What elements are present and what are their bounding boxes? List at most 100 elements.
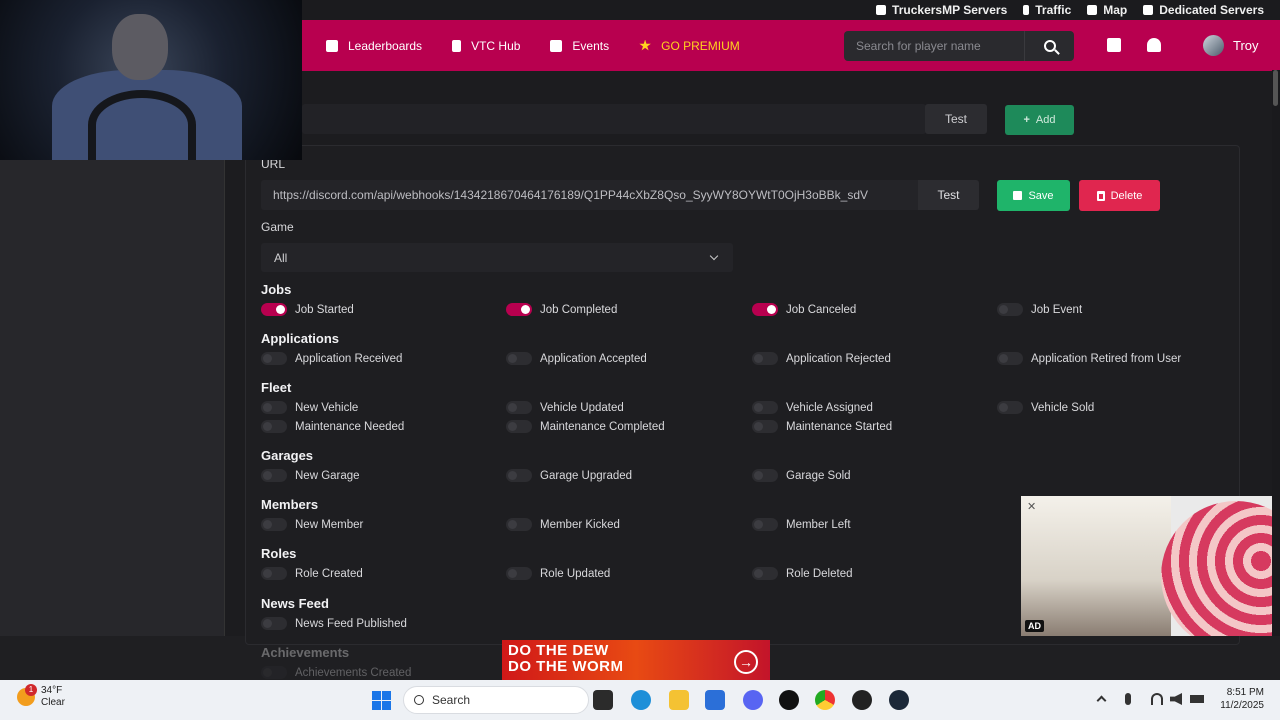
test-button-top[interactable]: Test [925,104,987,134]
toggle-vehicle-assigned[interactable]: Vehicle Assigned [752,401,873,414]
user-name[interactable]: Troy [1233,38,1259,53]
toggle-vehicle-sold[interactable]: Vehicle Sold [997,401,1094,414]
game-select[interactable]: All [261,243,733,272]
toggle-switch[interactable] [506,469,532,482]
toggle-application-retired[interactable]: Application Retired from User [997,352,1181,365]
toggle-switch[interactable] [261,469,287,482]
toggle-switch[interactable] [506,352,532,365]
toggle-job-canceled[interactable]: Job Canceled [752,303,856,316]
toggle-new-member[interactable]: New Member [261,518,363,531]
url-input[interactable]: https://discord.com/api/webhooks/1434218… [261,180,918,210]
wifi-icon[interactable] [1151,693,1163,705]
toggle-switch[interactable] [506,420,532,433]
edge-icon[interactable] [631,690,651,710]
chat-icon[interactable] [1107,38,1121,52]
toggle-switch[interactable] [261,420,287,433]
arrow-right-icon[interactable]: → [734,650,758,674]
store-icon[interactable] [705,690,725,710]
toggle-role-deleted[interactable]: Role Deleted [752,567,852,580]
toggle-role-created[interactable]: Role Created [261,567,363,580]
toggle-switch[interactable] [261,617,287,630]
taskbar-search[interactable]: Search [403,686,589,714]
toggle-switch[interactable] [752,401,778,414]
toggle-garage-upgraded[interactable]: Garage Upgraded [506,469,632,482]
toggle-switch[interactable] [261,567,287,580]
toggle-switch[interactable] [997,401,1023,414]
scrollbar[interactable] [1272,70,1280,636]
steering-wheel [88,90,196,160]
map-icon [1087,5,1098,15]
toggle-switch[interactable] [506,518,532,531]
toggle-switch[interactable] [506,303,532,316]
avatar[interactable] [1203,35,1224,56]
battery-icon[interactable] [1190,695,1204,703]
toggle-switch[interactable] [997,352,1023,365]
close-icon[interactable]: ✕ [1027,500,1036,513]
chrome-icon[interactable] [815,690,835,710]
logitech-icon[interactable] [779,690,799,710]
save-button[interactable]: Save [997,180,1070,211]
toggle-switch[interactable] [752,352,778,365]
toggle-switch[interactable] [261,303,287,316]
toggle-new-vehicle[interactable]: New Vehicle [261,401,358,414]
toggle-application-rejected[interactable]: Application Rejected [752,352,891,365]
nav-go-premium[interactable]: GO PREMIUM [639,39,740,53]
toggle-switch[interactable] [261,518,287,531]
toggle-role-updated[interactable]: Role Updated [506,567,610,580]
toggle-switch[interactable] [506,567,532,580]
toggle-switch[interactable] [261,352,287,365]
video-ad-popup[interactable]: ✕ AD [1021,496,1272,636]
toggle-switch[interactable] [261,401,287,414]
toggle-member-kicked[interactable]: Member Kicked [506,518,620,531]
toggle-new-garage[interactable]: New Garage [261,469,360,482]
toggle-job-started[interactable]: Job Started [261,303,354,316]
dedicated-servers-link[interactable]: Dedicated Servers [1143,3,1264,17]
map-link[interactable]: Map [1087,3,1127,17]
toggle-switch[interactable] [752,518,778,531]
game-label: Game [261,220,294,234]
nav-leaderboards[interactable]: Leaderboards [326,39,422,53]
webhook-name-field[interactable] [302,104,926,134]
discord-icon[interactable] [743,690,763,710]
toggle-switch[interactable] [752,420,778,433]
player-search-input[interactable] [844,31,1024,61]
toggle-maintenance-completed[interactable]: Maintenance Completed [506,420,665,433]
toggle-member-left[interactable]: Member Left [752,518,851,531]
weather-widget[interactable]: 1 34°F Clear [17,684,65,709]
toggle-switch[interactable] [752,469,778,482]
search-button[interactable] [1024,31,1074,61]
toggle-vehicle-updated[interactable]: Vehicle Updated [506,401,624,414]
test-button[interactable]: Test [918,180,979,210]
obs-icon[interactable] [852,690,872,710]
toggle-switch[interactable] [752,567,778,580]
toggle-switch[interactable] [261,666,287,679]
toggle-achievements-created[interactable]: Achievements Created [261,666,411,679]
toggle-switch[interactable] [506,401,532,414]
bell-icon[interactable] [1147,38,1161,52]
nav-vtc-hub[interactable]: VTC Hub [452,39,520,53]
traffic-link[interactable]: Traffic [1023,3,1071,17]
toggle-application-received[interactable]: Application Received [261,352,402,365]
toggle-job-event[interactable]: Job Event [997,303,1082,316]
toggle-switch[interactable] [752,303,778,316]
toggle-application-accepted[interactable]: Application Accepted [506,352,647,365]
toggle-job-completed[interactable]: Job Completed [506,303,617,316]
delete-button[interactable]: Delete [1079,180,1160,211]
toggle-maintenance-started[interactable]: Maintenance Started [752,420,892,433]
toggle-switch[interactable] [997,303,1023,316]
toggle-news-feed-published[interactable]: News Feed Published [261,617,407,630]
ad-banner[interactable]: DO THE DEW DO THE WORM [502,640,770,680]
toggle-garage-sold[interactable]: Garage Sold [752,469,851,482]
truckersmp-servers-link[interactable]: TruckersMP Servers [876,3,1007,17]
taskbar-clock[interactable]: 8:51 PM 11/2/2025 [1216,686,1264,712]
file-explorer-icon[interactable] [669,690,689,710]
windows-start-icon[interactable] [372,691,391,710]
toggle-label: Achievements Created [295,666,412,679]
toggle-maintenance-needed[interactable]: Maintenance Needed [261,420,404,433]
microphone-icon[interactable] [1125,693,1131,705]
nav-events[interactable]: Events [550,39,609,53]
scroll-thumb[interactable] [1273,70,1278,106]
steam-icon[interactable] [889,690,909,710]
add-button[interactable]: + Add [1005,105,1074,135]
task-view-icon[interactable] [593,690,613,710]
